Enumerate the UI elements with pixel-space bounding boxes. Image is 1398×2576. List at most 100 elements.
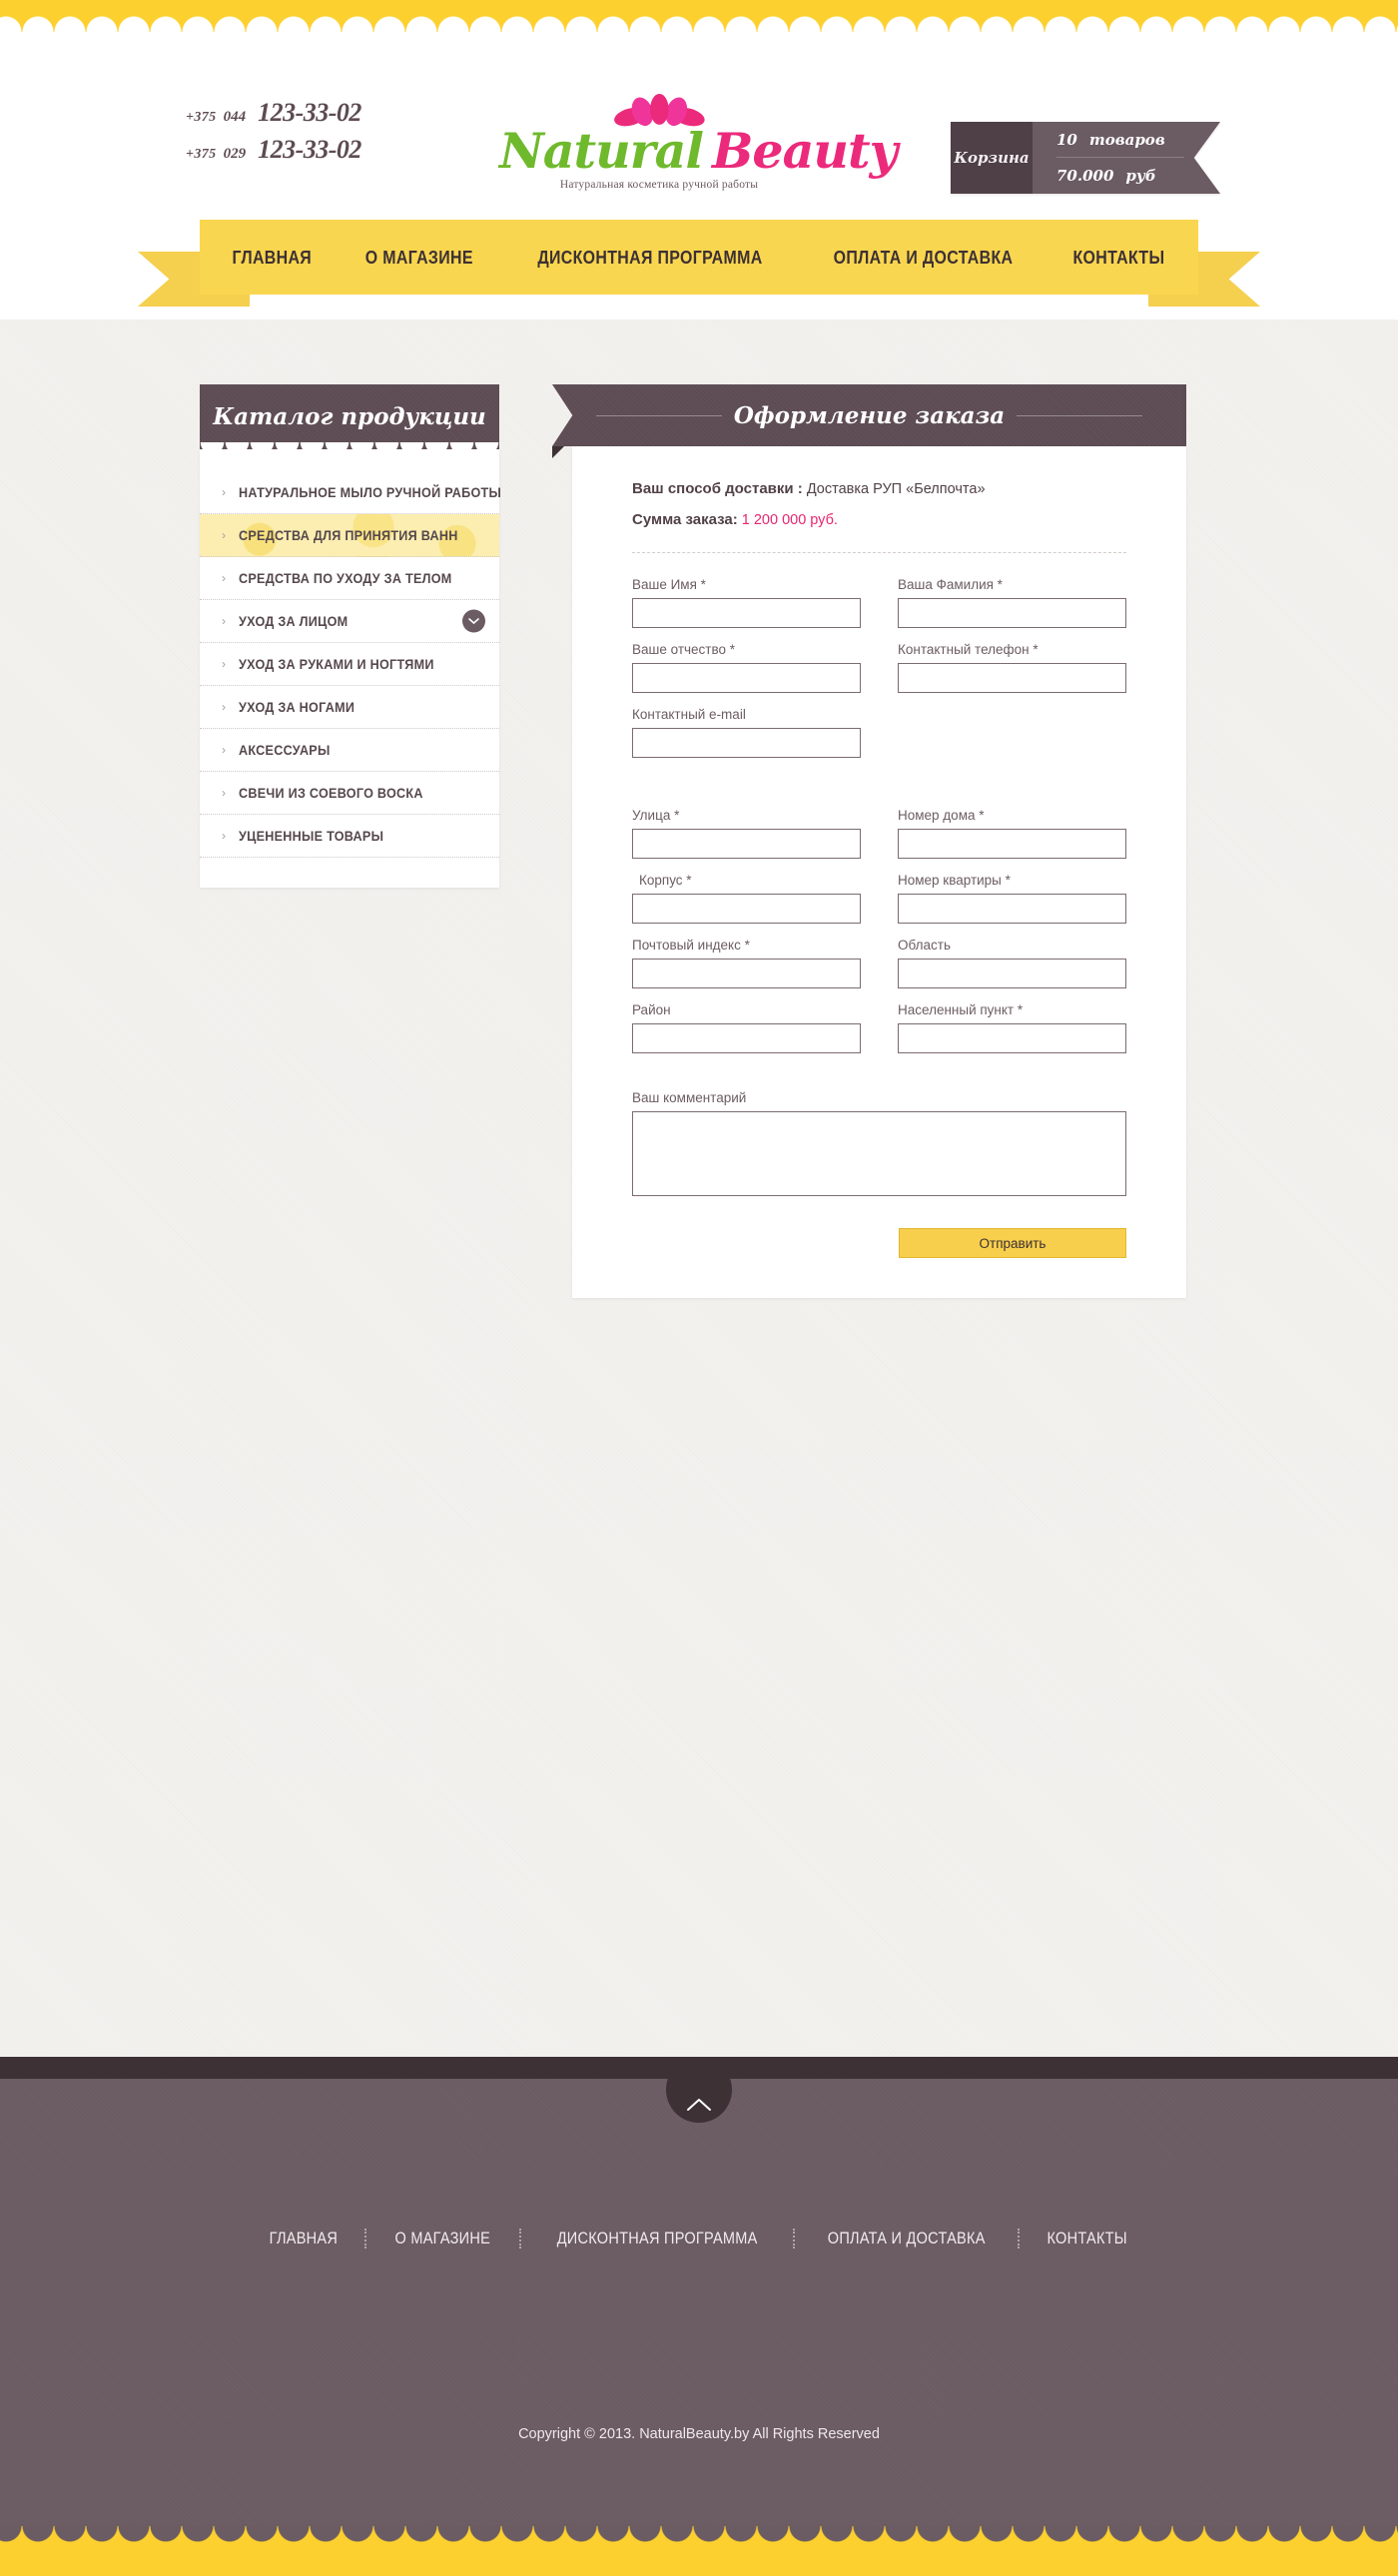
nav-item-about[interactable]: О МАГАЗИНЕ [364, 247, 472, 269]
cart-label: Корзина [951, 122, 1033, 194]
house-input[interactable] [898, 829, 1126, 859]
chevron-right-icon: › [222, 743, 226, 757]
last-name-input[interactable] [898, 598, 1126, 628]
chevron-right-icon: › [222, 657, 226, 671]
field-label: Ваш комментарий [632, 1090, 747, 1105]
field-phone: Контактный телефон * [898, 642, 1126, 693]
phone-operator-code: 044 [223, 109, 247, 125]
patronymic-input[interactable] [632, 663, 861, 693]
sidebar-item-label: СРЕДСТВА ДЛЯ ПРИНЯТИЯ ВАНН [239, 527, 458, 543]
section-divider [632, 552, 1126, 553]
footer-nav-item-discount[interactable]: ДИСКОНТНАЯ ПРОГРАММА [537, 2230, 777, 2249]
field-last-name: Ваша Фамилия * [898, 577, 1126, 628]
comment-textarea[interactable] [632, 1111, 1126, 1196]
site-footer: ГЛАВНАЯ О МАГАЗИНЕ ДИСКОНТНАЯ ПРОГРАММА … [0, 2057, 1398, 2526]
phone-number: 123-33-02 [258, 135, 361, 164]
scallop-notches [0, 2526, 1398, 2542]
sidebar-item-soap[interactable]: › НАТУРАЛЬНОЕ МЫЛО РУЧНОЙ РАБОТЫ [200, 471, 502, 514]
submit-row: Отправить [632, 1228, 1126, 1258]
header-phone-list: +375 044 123-33-02 +375 029 123-33-02 [186, 98, 361, 172]
footer-nav-separator [518, 2229, 521, 2249]
postcode-input[interactable] [632, 959, 861, 988]
footer-nav: ГЛАВНАЯ О МАГАЗИНЕ ДИСКОНТНАЯ ПРОГРАММА … [0, 2229, 1398, 2249]
sidebar-item-bodycare[interactable]: › СРЕДСТВА ПО УХОДУ ЗА ТЕЛОМ [200, 557, 499, 600]
sidebar-item-discounted[interactable]: › УЦЕНЕННЫЕ ТОВАРЫ [200, 815, 499, 858]
footer-nav-item-contacts[interactable]: КОНТАКТЫ [1028, 2230, 1146, 2249]
field-region: Область [898, 938, 1126, 988]
cart-widget[interactable]: Корзина 10 товаров 70.000 руб [951, 122, 1220, 194]
phone-row[interactable]: +375 044 123-33-02 [186, 98, 361, 128]
cart-items-word: товаров [1088, 130, 1165, 149]
order-form-container: Ваш способ доставки : Доставка РУП «Белп… [572, 446, 1186, 1298]
main-nav: ГЛАВНАЯ О МАГАЗИНЕ ДИСКОНТНАЯ ПРОГРАММА … [200, 220, 1198, 295]
footer-nav-separator [364, 2229, 367, 2249]
sidebar-item-label: НАТУРАЛЬНОЕ МЫЛО РУЧНОЙ РАБОТЫ [239, 484, 502, 500]
copyright-text: Copyright © 2013. NaturalBeauty.by All R… [518, 2426, 880, 2442]
email-input[interactable] [632, 728, 861, 758]
logo-word-natural: Natural [499, 122, 704, 180]
order-sum-row: Сумма заказа: 1 200 000 руб. [632, 511, 1126, 528]
cart-items-line: 10 товаров [1056, 122, 1184, 158]
field-label: Контактный телефон * [898, 642, 1039, 657]
phone-country-code: +375 [186, 147, 217, 162]
top-scallop-border [0, 0, 1398, 32]
footer-nav-separator [1018, 2229, 1021, 2249]
field-label: Ваше Имя * [632, 577, 706, 592]
field-locality: Населенный пункт * [898, 1002, 1126, 1053]
footer-nav-separator [792, 2229, 795, 2249]
catalog-sidebar: Каталог продукции › НАТУРАЛЬНОЕ МЫЛО РУЧ… [200, 384, 502, 888]
nav-item-discount[interactable]: ДИСКОНТНАЯ ПРОГРАММА [538, 247, 763, 269]
field-street: Улица * [632, 808, 861, 859]
panel-header-ribbon: Оформление заказа [552, 384, 1186, 446]
catalog-title: Каталог продукции [200, 384, 499, 456]
chevron-right-icon: › [222, 786, 226, 800]
cart-total-line: 70.000 руб [1056, 158, 1220, 194]
sidebar-item-label: АКСЕССУАРЫ [239, 742, 331, 758]
nav-item-contacts[interactable]: КОНТАКТЫ [1073, 247, 1165, 269]
locality-input[interactable] [898, 1023, 1126, 1053]
footer-nav-item-home[interactable]: ГЛАВНАЯ [251, 2230, 357, 2249]
apartment-input[interactable] [898, 894, 1126, 924]
field-label: Ваше отчество * [632, 642, 736, 657]
site-logo[interactable]: Natural Beauty Натуральная косметика ручн… [499, 94, 898, 191]
building-input[interactable] [632, 894, 861, 924]
field-label: Номер квартиры * [898, 873, 1011, 888]
first-name-input[interactable] [632, 598, 861, 628]
sidebar-item-bath[interactable]: › СРЕДСТВА ДЛЯ ПРИНЯТИЯ ВАНН [200, 514, 499, 557]
sidebar-item-candles[interactable]: › СВЕЧИ ИЗ СОЕВОГО ВОСКА [200, 772, 499, 815]
logo-tagline: Натуральная косметика ручной работы [559, 179, 759, 191]
field-first-name: Ваше Имя * [632, 577, 861, 628]
sidebar-item-handcare[interactable]: › УХОД ЗА РУКАМИ И НОГТЯМИ [200, 643, 499, 686]
nav-item-delivery[interactable]: ОПЛАТА И ДОСТАВКА [834, 247, 1014, 269]
district-input[interactable] [632, 1023, 861, 1053]
order-panel: Оформление заказа Ваш способ доставки : … [552, 384, 1186, 1298]
chevron-right-icon: › [222, 528, 226, 542]
sidebar-item-footcare[interactable]: › УХОД ЗА НОГАМИ [200, 686, 499, 729]
back-to-top-button[interactable] [666, 2057, 732, 2123]
footer-nav-item-delivery[interactable]: ОПЛАТА И ДОСТАВКА [808, 2230, 1005, 2249]
scallop-notches [0, 16, 1398, 32]
sidebar-item-label: УЦЕНЕННЫЕ ТОВАРЫ [239, 828, 384, 844]
submit-button[interactable]: Отправить [899, 1228, 1126, 1258]
field-label: Область [898, 938, 951, 953]
phone-row[interactable]: +375 029 123-33-02 [186, 135, 361, 165]
page-title: Оформление заказа [733, 401, 1006, 429]
field-patronymic: Ваше отчество * [632, 642, 861, 693]
site-header: +375 044 123-33-02 +375 029 123-33-02 Na… [0, 32, 1398, 220]
sidebar-item-facecare[interactable]: › УХОД ЗА ЛИЦОМ [200, 600, 499, 643]
chevron-down-icon[interactable] [462, 609, 485, 633]
delivery-method-value: Доставка РУП «Белпочта» [806, 481, 986, 497]
phone-input[interactable] [898, 663, 1126, 693]
panel-ribbon-flag [1182, 384, 1186, 446]
field-postcode: Почтовый индекс * [632, 938, 861, 988]
field-label: Контактный e-mail [632, 707, 746, 722]
footer-nav-item-about[interactable]: О МАГАЗИНЕ [375, 2230, 509, 2249]
street-input[interactable] [632, 829, 861, 859]
region-input[interactable] [898, 959, 1126, 988]
chevron-right-icon: › [222, 829, 226, 843]
nav-item-home[interactable]: ГЛАВНАЯ [233, 247, 313, 269]
logo-wordmark: Natural Beauty [499, 127, 898, 176]
sidebar-item-accessories[interactable]: › АКСЕССУАРЫ [200, 729, 499, 772]
form-section-gap [632, 772, 1126, 805]
chevron-right-icon: › [222, 614, 226, 628]
